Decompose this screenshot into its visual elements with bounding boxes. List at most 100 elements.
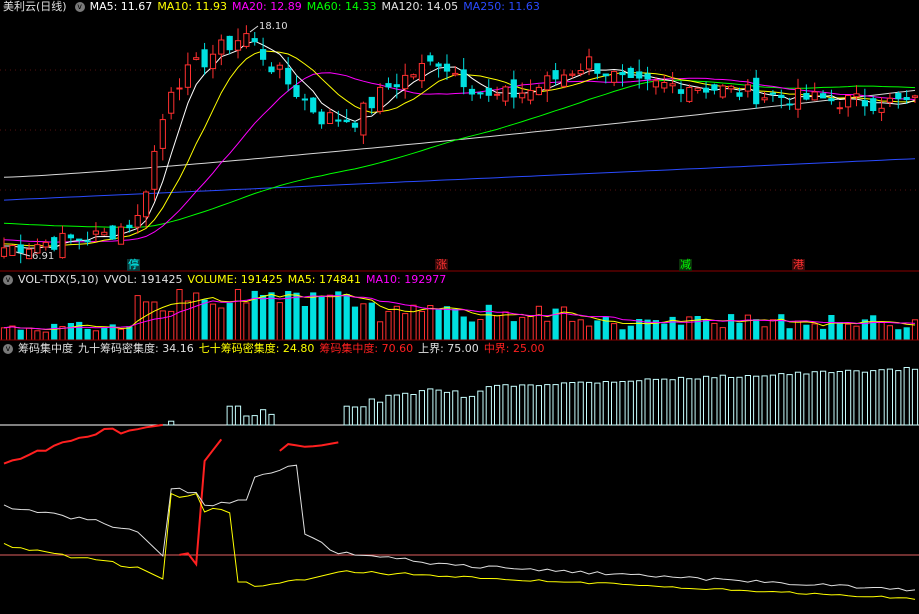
kline-panel[interactable]: 美利云(日线) v MA5: 11.67 MA10: 11.93 MA20: 12.89… — [0, 0, 919, 272]
chip-bar — [711, 377, 718, 426]
candle-down — [485, 87, 492, 96]
volume-bar-down — [820, 328, 827, 341]
volume-bar-down — [778, 314, 785, 341]
volume-bar-up — [527, 315, 534, 341]
volume-bar-up — [586, 325, 593, 341]
chip-bar — [828, 372, 835, 426]
event-marker-reduce[interactable]: 减 — [679, 259, 692, 271]
event-marker-suspend[interactable]: 停 — [127, 259, 140, 271]
volume-bar-down — [594, 320, 601, 341]
candle-up — [42, 241, 49, 248]
candle-up — [878, 107, 885, 113]
volume-bar-down — [460, 316, 467, 341]
volume-bar-down — [836, 322, 843, 341]
volume-bar-down — [828, 315, 835, 341]
candle-up — [544, 75, 551, 91]
candle-up — [794, 88, 802, 110]
collapse-icon[interactable]: v — [3, 344, 13, 354]
chip-bar — [786, 374, 793, 426]
chip-panel[interactable]: v 筹码集中度 九十筹码密集度: 34.16 七十筹码密集度: 24.80 筹码集中度:… — [0, 342, 919, 614]
volume-bar-up — [418, 310, 425, 341]
candle-down — [84, 240, 91, 243]
candle-down — [619, 72, 626, 76]
volume-bar-down — [644, 319, 651, 341]
volume-bar-down — [803, 324, 810, 341]
volume-bar-up — [92, 330, 100, 341]
candle-down — [594, 63, 601, 74]
candle-down — [343, 119, 350, 123]
candle-up — [410, 74, 417, 78]
chip-bar — [619, 381, 626, 426]
candle-down — [460, 69, 467, 88]
volume-bar-down — [895, 329, 902, 341]
volume-bar-down — [870, 315, 877, 341]
candle-up — [193, 57, 200, 60]
ma120-line — [3, 89, 916, 178]
candle-down — [870, 98, 877, 111]
chip-bar — [627, 380, 634, 426]
collapse-icon[interactable]: v — [3, 275, 13, 285]
candle-down — [477, 92, 484, 95]
candle-up — [176, 87, 183, 90]
volume-panel[interactable]: v VOL-TDX(5,10) VVOL: 191425 VOLUME: 191425… — [0, 273, 919, 341]
volume-bar-up — [794, 320, 802, 341]
candle-down — [627, 67, 634, 79]
candle-down — [552, 70, 559, 80]
vvol-label: VVOL: 191425 — [103, 273, 183, 286]
chip-bar — [736, 376, 743, 426]
high-price-label: 18.10 — [259, 21, 288, 32]
candle-up — [101, 231, 108, 236]
candle-down — [109, 225, 116, 240]
volume-bar-up — [9, 325, 16, 341]
candle-up — [911, 95, 919, 98]
chip-bar — [719, 374, 726, 426]
volume-bar-down — [485, 304, 492, 341]
volume-bar-up — [193, 292, 200, 341]
chip-bar — [226, 405, 233, 426]
chip70-label: 七十筹码密集度: 24.80 — [198, 342, 315, 355]
event-marker-limit-up[interactable]: 涨 — [435, 259, 448, 271]
candle-up — [134, 215, 141, 228]
volume-bar-down — [343, 294, 350, 341]
chip-bar — [669, 379, 676, 426]
candle-up — [184, 64, 192, 88]
chip90-label: 九十筹码密集度: 34.16 — [78, 342, 194, 355]
candle-up — [744, 84, 751, 92]
candle-up — [92, 230, 100, 235]
vol-title: VOL-TDX(5,10) — [18, 273, 99, 286]
candle-up — [452, 72, 459, 76]
chip-bar — [343, 405, 350, 426]
collapse-icon[interactable]: v — [74, 2, 85, 12]
chip-bar — [895, 370, 902, 426]
chip-bar — [778, 373, 785, 426]
chip-bar — [611, 381, 618, 426]
chip-title: 筹码集中度 — [18, 342, 73, 355]
volume-bar-down — [443, 306, 451, 341]
volume-bar-up — [377, 321, 384, 341]
chip-chart[interactable] — [0, 342, 919, 614]
kline-chart[interactable] — [0, 0, 919, 272]
candle-up — [117, 226, 125, 245]
event-marker-hk[interactable]: 港 — [792, 259, 805, 271]
volume-bar-down — [677, 324, 685, 341]
chip-bar — [836, 371, 843, 426]
chip-bar — [753, 375, 760, 426]
candle-up — [0, 247, 8, 257]
volume-bar-down — [452, 308, 459, 341]
candle-up — [26, 248, 33, 260]
candle-down — [644, 73, 651, 80]
chip-bar — [519, 384, 526, 426]
candle-up — [377, 86, 384, 112]
candle-up — [276, 64, 283, 70]
volume-bar-down — [318, 295, 325, 341]
volume-bar-down — [435, 308, 442, 341]
candle-down — [861, 100, 868, 107]
volume-bar-down — [368, 302, 375, 341]
chip-bar — [594, 382, 601, 426]
chip-bar — [435, 389, 442, 426]
volume-bar-up — [209, 303, 217, 341]
volume-bar-down — [753, 319, 760, 341]
candle-up — [234, 40, 242, 51]
volume-bar-up — [410, 304, 417, 341]
candle-down — [385, 83, 392, 88]
